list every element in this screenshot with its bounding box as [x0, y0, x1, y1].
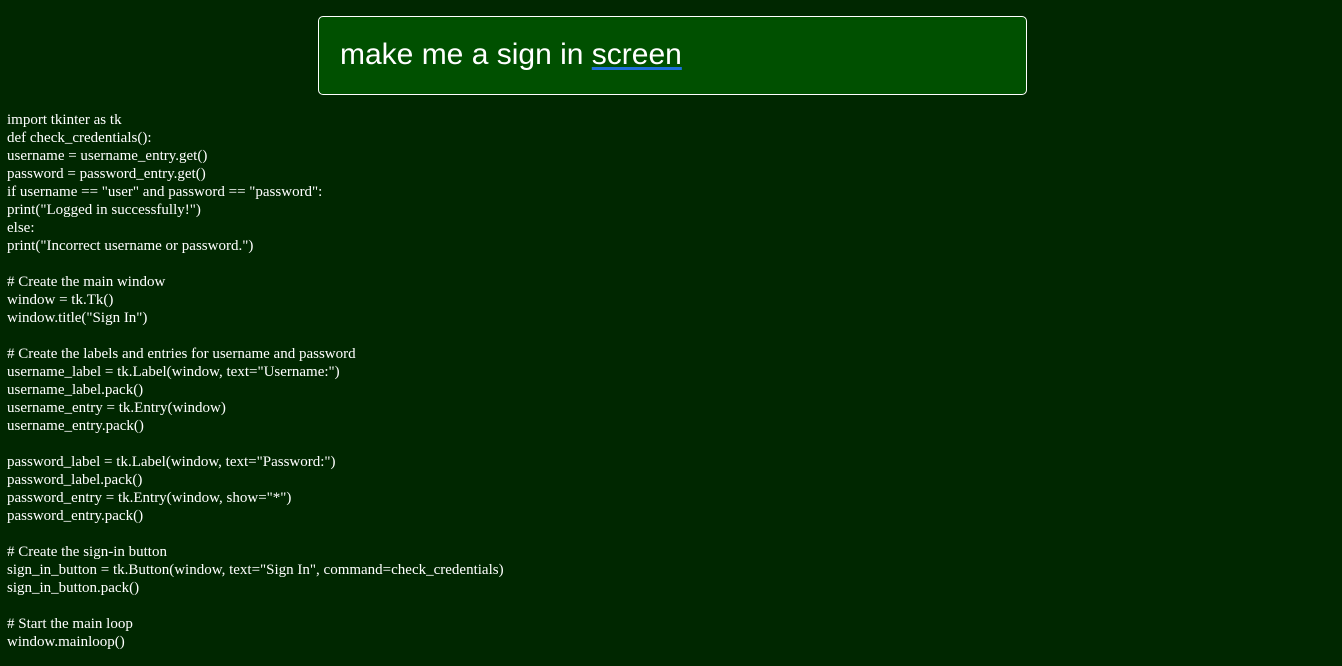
code-output: import tkinter as tk def check_credentia…: [7, 111, 504, 651]
code-line: username_entry = tk.Entry(window): [7, 400, 226, 416]
code-line: else:: [7, 220, 35, 236]
code-line: sign_in_button = tk.Button(window, text=…: [7, 562, 504, 578]
code-line: password = password_entry.get(): [7, 166, 206, 182]
prompt-text-main: make me a sign in: [340, 38, 592, 71]
code-line: if username == "user" and password == "p…: [7, 184, 323, 200]
prompt-text-flagged-word: screen: [591, 38, 682, 71]
code-line: password_entry = tk.Entry(window, show="…: [7, 490, 292, 506]
code-line: sign_in_button.pack(): [7, 580, 140, 596]
code-line: window.mainloop(): [7, 634, 125, 650]
code-line: window.title("Sign In"): [7, 310, 148, 326]
code-line: username_label = tk.Label(window, text="…: [7, 364, 340, 380]
code-line: password_label = tk.Label(window, text="…: [7, 454, 336, 470]
code-line: username = username_entry.get(): [7, 148, 208, 164]
code-line: # Start the main loop: [7, 616, 133, 632]
code-line: password_entry.pack(): [7, 508, 144, 524]
code-line: print("Incorrect username or password."): [7, 238, 254, 254]
prompt-input[interactable]: make me a sign in screen: [318, 16, 1027, 95]
code-line: import tkinter as tk: [7, 112, 122, 128]
prompt-text: make me a sign in screen: [340, 37, 682, 73]
code-line: window = tk.Tk(): [7, 292, 114, 308]
code-line: password_label.pack(): [7, 472, 143, 488]
code-line: # Create the labels and entries for user…: [7, 346, 356, 362]
code-line: username_label.pack(): [7, 382, 144, 398]
code-line: # Create the main window: [7, 274, 166, 290]
code-line: def check_credentials():: [7, 130, 152, 146]
code-line: print("Logged in successfully!"): [7, 202, 201, 218]
code-line: # Create the sign-in button: [7, 544, 167, 560]
code-line: username_entry.pack(): [7, 418, 144, 434]
